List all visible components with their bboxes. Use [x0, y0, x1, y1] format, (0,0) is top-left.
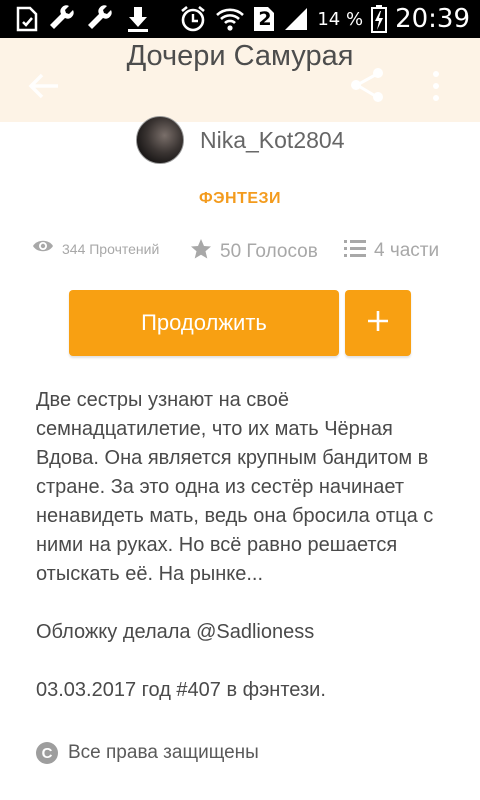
wifi-icon	[215, 6, 245, 32]
plus-icon	[366, 309, 390, 338]
reads-count: 344 Прочтений	[62, 240, 160, 257]
story-title: Дочери Самурая	[126, 40, 354, 72]
avatar[interactable]	[136, 116, 184, 164]
author[interactable]: Nika_Kot2804	[136, 116, 345, 164]
sim-slot-label: 2	[258, 8, 272, 30]
cover-credit: Обложку делала @Sadlioness	[36, 621, 315, 643]
parts-count: 4 части	[374, 239, 440, 261]
copyright-icon: C	[36, 742, 58, 764]
share-icon[interactable]	[346, 64, 388, 106]
author-name[interactable]: Nika_Kot2804	[200, 127, 345, 154]
story-stats: 344 Прочтений 50 Голосов 4 части	[32, 238, 452, 268]
continue-reading-button[interactable]: Продолжить	[69, 290, 339, 356]
alarm-icon	[179, 5, 207, 33]
eye-icon	[32, 238, 54, 259]
add-to-library-button[interactable]	[345, 290, 411, 356]
parts-stat: 4 части	[344, 238, 439, 263]
list-icon	[344, 238, 366, 263]
sim-2-icon: 2	[253, 6, 275, 32]
votes-stat: 50 Голосов	[190, 238, 318, 265]
more-vertical-icon[interactable]	[426, 66, 446, 106]
star-icon	[190, 238, 212, 265]
battery-percent: 14 %	[317, 8, 364, 30]
votes-count: 50 Голосов	[220, 240, 318, 262]
sim-card-icon	[14, 6, 40, 32]
genre-tag[interactable]: ФЭНТЕЗИ	[0, 190, 480, 208]
signal-icon	[283, 6, 309, 32]
battery-icon	[371, 5, 388, 33]
toolbar: Дочери Самурая	[0, 38, 480, 122]
story-description: Две сестры узнают на своё семнадцатилети…	[36, 386, 456, 705]
copyright-text: Все права защищены	[68, 742, 259, 763]
wrench-icon	[88, 5, 116, 33]
rank-note: 03.03.2017 год #407 в фэнтези.	[36, 679, 326, 701]
description-summary: Две сестры узнают на своё семнадцатилети…	[36, 389, 434, 585]
status-bar: 2 14 % 20:39	[0, 0, 480, 38]
wrench-icon	[50, 5, 78, 33]
reads-stat: 344 Прочтений	[32, 238, 159, 259]
clock: 20:39	[395, 4, 470, 34]
copyright-notice: C Все права защищены	[36, 742, 259, 764]
download-icon	[126, 5, 150, 33]
